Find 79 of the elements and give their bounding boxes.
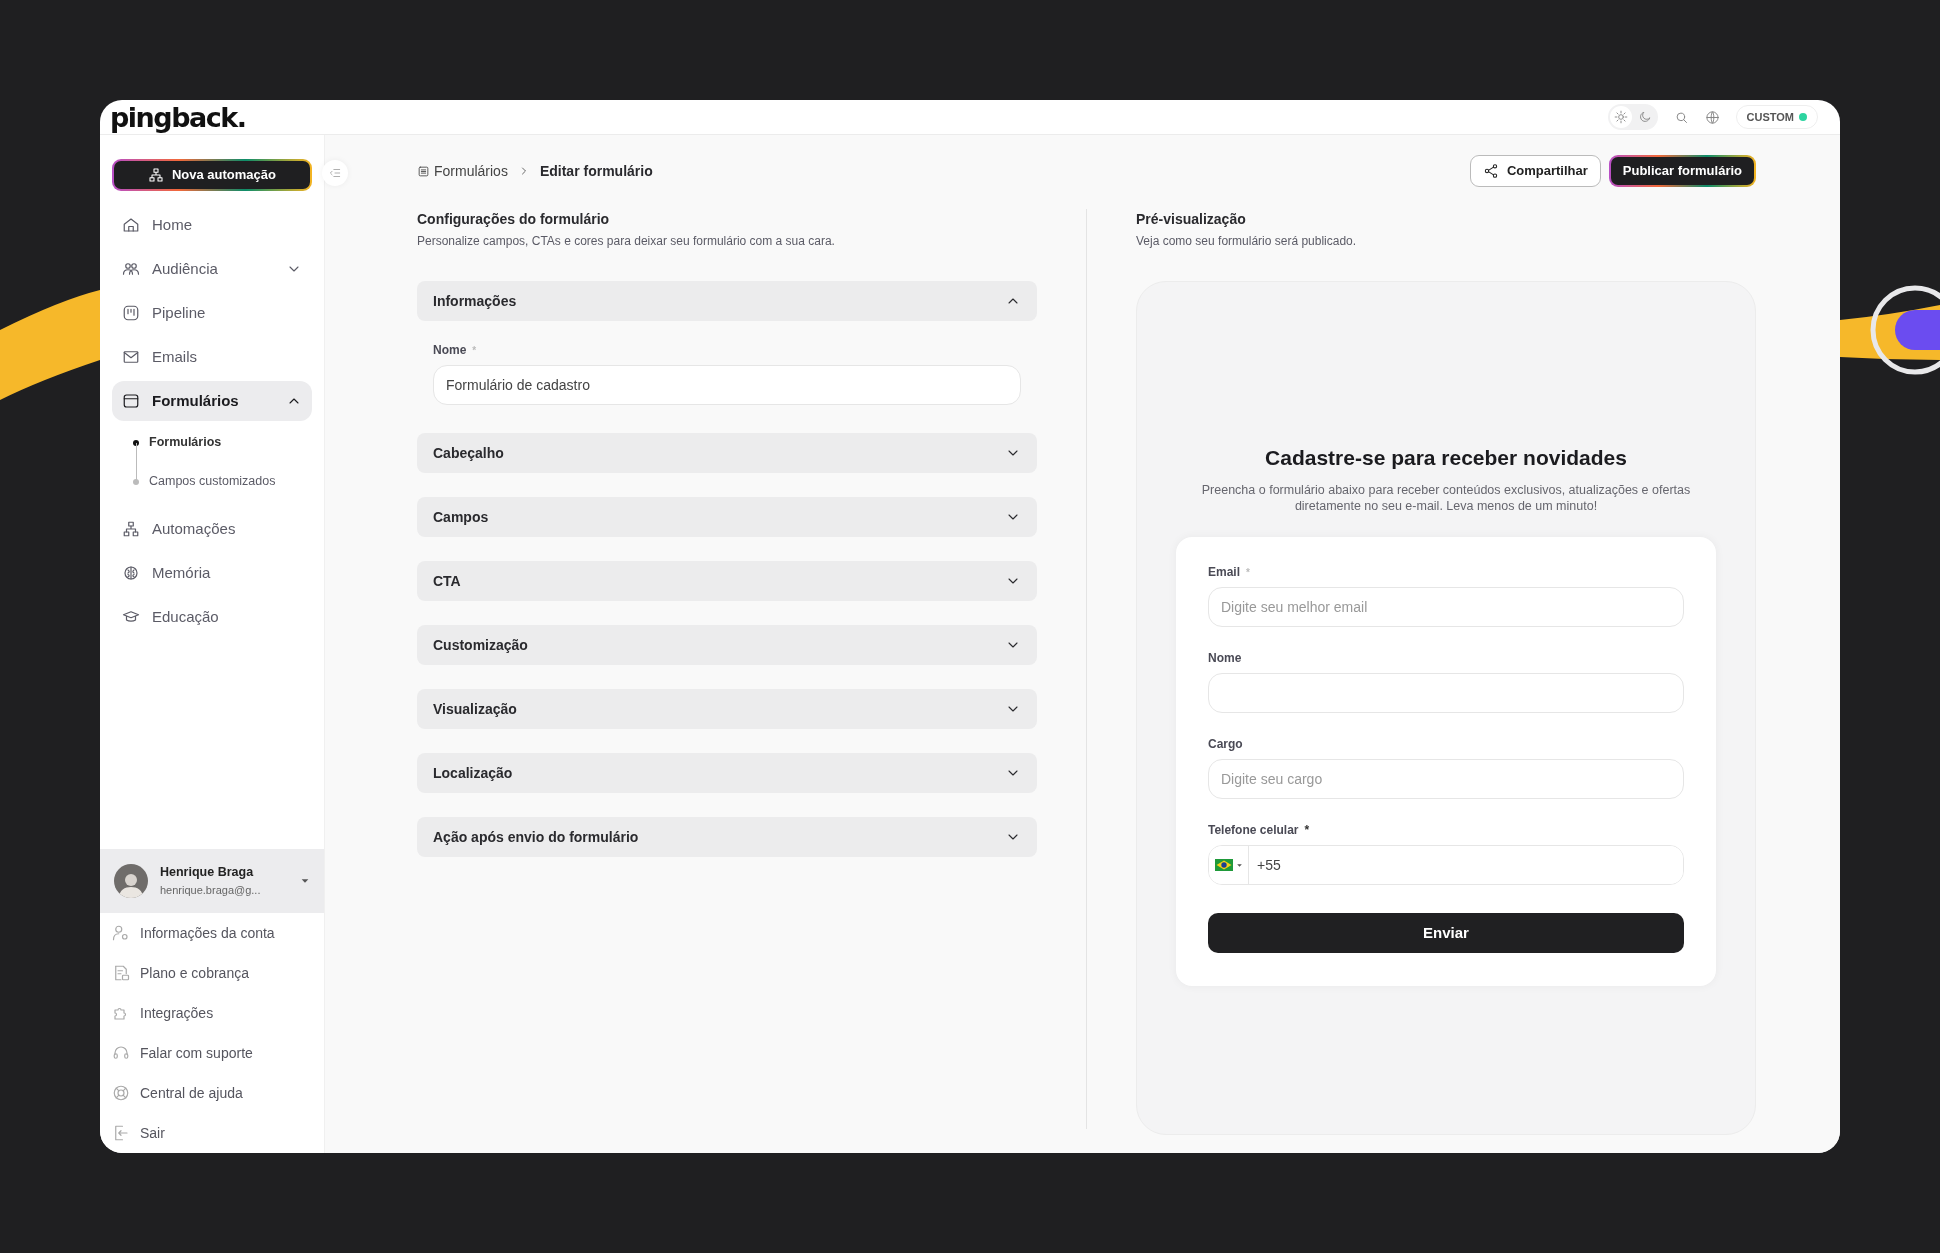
accordion-header[interactable]: Customização bbox=[417, 625, 1037, 665]
accordion-header[interactable]: Localização bbox=[417, 753, 1037, 793]
sidebar-item[interactable]: Home bbox=[112, 205, 312, 245]
board-icon bbox=[122, 304, 140, 322]
lifebuoy-icon bbox=[112, 1084, 130, 1102]
submit-button[interactable]: Enviar bbox=[1208, 913, 1684, 954]
country-select[interactable] bbox=[1209, 846, 1249, 885]
tree-line bbox=[135, 443, 137, 482]
collapse-icon bbox=[328, 166, 342, 180]
sidebar-subitem[interactable]: Formulários bbox=[133, 423, 312, 462]
home-icon bbox=[122, 216, 140, 234]
envelope-icon bbox=[122, 348, 140, 366]
sidebar-item[interactable]: Automações bbox=[112, 509, 312, 549]
list-icon bbox=[417, 164, 430, 178]
text-field[interactable] bbox=[1208, 673, 1684, 714]
form-heading: Cadastre-se para receber novidades bbox=[1265, 445, 1627, 471]
share-icon bbox=[1482, 163, 1499, 179]
account-menu-item[interactable]: Sair bbox=[100, 1113, 324, 1153]
account-menu-item[interactable]: Plano e cobrança bbox=[100, 953, 324, 993]
phone-field[interactable]: +55 bbox=[1208, 845, 1684, 886]
sidebar-subitem[interactable]: Campos customizados bbox=[133, 462, 312, 501]
breadcrumb-link[interactable]: Formulários bbox=[417, 160, 508, 182]
user-gear-icon bbox=[112, 924, 130, 942]
text-field[interactable]: Formulário de cadastro bbox=[433, 365, 1021, 405]
section-subtitle: Veja como seu formulário será publicado. bbox=[1136, 233, 1358, 250]
sun-icon bbox=[1613, 110, 1628, 124]
form-description: Preencha o formulário abaixo para receber conteúdos exclusivos, atualizações e ofertas diretamente no seu e-mail. Leva menos de um minuto! bbox=[1200, 481, 1692, 516]
people-icon bbox=[122, 260, 140, 278]
sidebar-item[interactable]: Audiência bbox=[112, 249, 312, 289]
caret-icon bbox=[1235, 861, 1243, 869]
publish-button[interactable]: Publicar formulário bbox=[1608, 155, 1756, 187]
field-label: Nome bbox=[1208, 650, 1242, 668]
hierarchy-icon bbox=[147, 167, 164, 183]
accordion-header[interactable]: Visualização bbox=[417, 689, 1037, 729]
sidebar-item[interactable]: Formulários bbox=[112, 381, 312, 421]
hierarchy-icon bbox=[122, 520, 140, 538]
accordion-header[interactable]: Cabeçalho bbox=[417, 433, 1037, 473]
account-menu-item[interactable]: Integrações bbox=[100, 993, 324, 1033]
section-title: Configurações do formulário bbox=[417, 210, 611, 229]
moon-icon bbox=[1637, 110, 1652, 124]
headset-icon bbox=[112, 1044, 130, 1062]
invoice-icon bbox=[112, 964, 130, 982]
account-menu-item[interactable]: Informações da conta bbox=[100, 913, 324, 953]
section-title: Pré-visualização bbox=[1136, 210, 1247, 229]
accordion-header[interactable]: Ação após envio do formulário bbox=[417, 817, 1037, 857]
field-label: Email bbox=[1208, 564, 1240, 582]
logo: pingback. bbox=[110, 103, 246, 131]
required-mark: * bbox=[472, 343, 477, 358]
share-button[interactable]: Compartilhar bbox=[1469, 155, 1601, 187]
user-email: henrique.braga@g... bbox=[160, 883, 262, 899]
new-automation-button[interactable]: Nova automação bbox=[112, 159, 312, 191]
brain-icon bbox=[122, 564, 140, 582]
accordion-header[interactable]: Informações bbox=[417, 281, 1037, 321]
language-button[interactable] bbox=[1704, 109, 1720, 125]
accordion-header[interactable]: CTA bbox=[417, 561, 1037, 601]
user-profile[interactable]: Henrique Braga henrique.braga@g... bbox=[100, 849, 324, 913]
sidebar-item[interactable]: Emails bbox=[112, 337, 312, 377]
text-field[interactable]: Digite seu melhor email bbox=[1208, 587, 1684, 628]
account-menu-item[interactable]: Falar com suporte bbox=[100, 1033, 324, 1073]
text-field[interactable]: Digite seu cargo bbox=[1208, 759, 1684, 800]
globe-icon bbox=[1704, 109, 1720, 125]
sidebar-item[interactable]: Pipeline bbox=[112, 293, 312, 333]
sidebar-item[interactable]: Educação bbox=[112, 597, 312, 637]
field-label: Nome bbox=[433, 342, 467, 359]
required-mark: * bbox=[1304, 822, 1310, 840]
avatar bbox=[114, 864, 148, 898]
section-subtitle: Personalize campos, CTAs e cores para deixar seu formulário com a sua cara. bbox=[417, 233, 836, 250]
user-name: Henrique Braga bbox=[160, 864, 255, 882]
light-mode-toggle[interactable] bbox=[1609, 106, 1632, 128]
required-mark: * bbox=[1246, 565, 1250, 580]
exit-icon bbox=[112, 1124, 130, 1142]
sidebar-item[interactable]: Memória bbox=[112, 553, 312, 593]
collapse-sidebar-button[interactable] bbox=[322, 160, 348, 186]
accordion-header[interactable]: Campos bbox=[417, 497, 1037, 537]
field-label: Cargo bbox=[1208, 736, 1243, 754]
form-icon bbox=[122, 392, 140, 410]
account-menu-item[interactable]: Central de ajuda bbox=[100, 1073, 324, 1113]
breadcrumb-current: Editar formulário bbox=[539, 161, 653, 181]
field-label: Telefone celular bbox=[1208, 822, 1299, 840]
